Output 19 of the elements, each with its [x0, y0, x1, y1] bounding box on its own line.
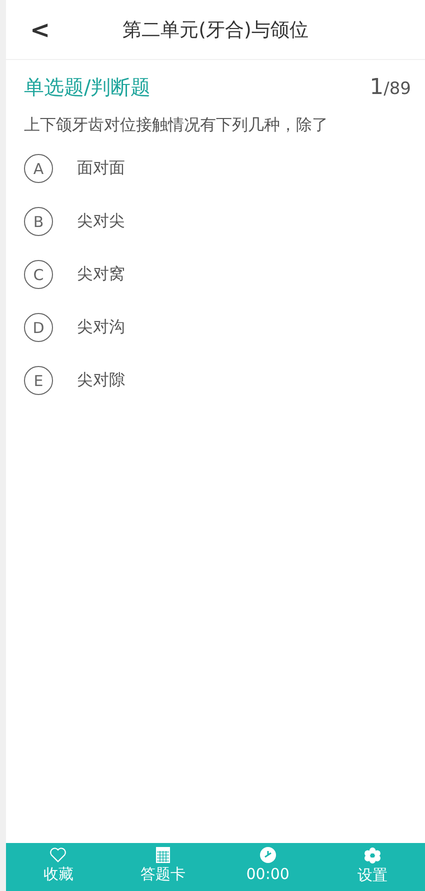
option-letter: C [24, 260, 53, 289]
option-text: 尖对隙 [77, 370, 125, 391]
option-letter: B [24, 207, 53, 236]
heart-icon [49, 847, 68, 863]
clock-icon [260, 847, 276, 863]
question-text: 上下颌牙齿对位接触情况有下列几种，除了 [23, 114, 329, 136]
option-letter: E [24, 366, 53, 395]
settings-icon [364, 847, 382, 864]
option-text: 面对面 [77, 158, 125, 179]
option-letter: D [24, 313, 53, 342]
option-text: 尖对沟 [77, 317, 125, 338]
back-button[interactable]: < [26, 16, 54, 44]
option-text: 尖对尖 [77, 211, 125, 232]
question-counter: 1/89 [370, 75, 411, 100]
option-text: 尖对窝 [77, 264, 125, 285]
question-type: 单选题/判断题 [24, 74, 151, 101]
option-letter: A [24, 154, 53, 183]
page-title: 第二单元(牙合)与颌位 [122, 18, 308, 42]
grid-icon [156, 847, 170, 863]
